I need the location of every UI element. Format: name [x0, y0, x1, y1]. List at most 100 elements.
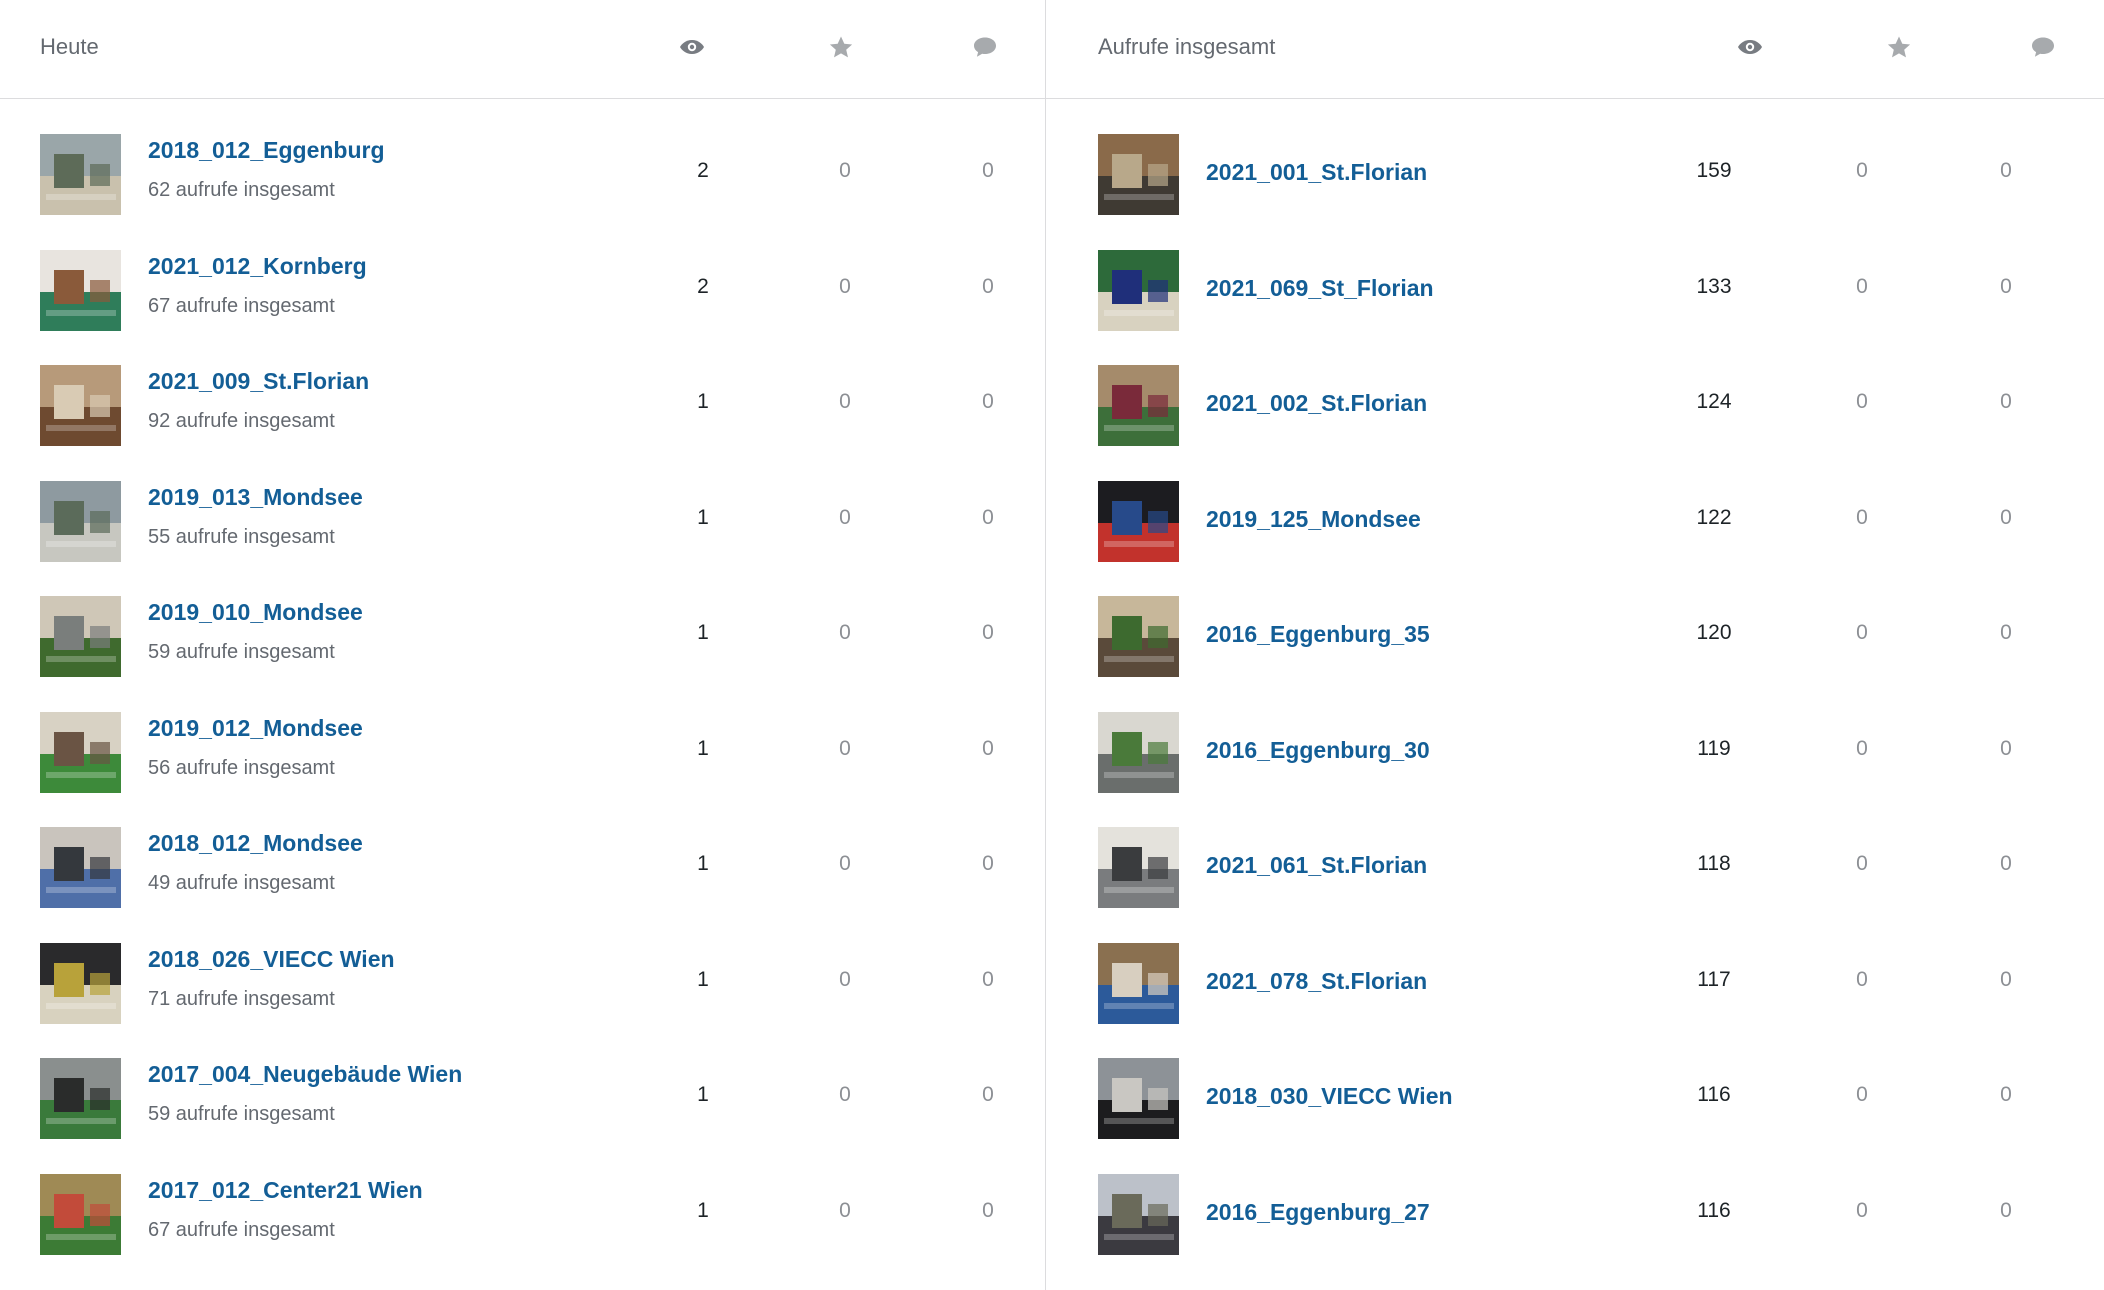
post-title-link[interactable]: 2017_004_Neugebäude Wien	[148, 1060, 462, 1088]
views-count: 118	[1697, 852, 1731, 875]
likes-count: 0	[839, 736, 851, 760]
views-count: 1	[697, 621, 709, 644]
post-title-link[interactable]: 2018_012_Eggenburg	[148, 136, 385, 164]
likes-count: 0	[839, 274, 851, 298]
star-icon	[827, 34, 855, 60]
post-title-link[interactable]: 2018_030_VIECC Wien	[1206, 1082, 1453, 1110]
post-title-link[interactable]: 2019_013_Mondsee	[148, 483, 363, 511]
total-views-text: 56 aufrufe insgesamt	[148, 756, 335, 779]
thumbnail[interactable]	[40, 711, 121, 793]
thumbnail[interactable]	[40, 365, 121, 446]
post-title-link[interactable]: 2021_009_St.Florian	[148, 367, 369, 395]
views-count: 120	[1696, 621, 1732, 644]
thumbnail[interactable]	[1098, 596, 1179, 677]
thumbnail[interactable]	[40, 134, 121, 215]
likes-count: 0	[839, 159, 851, 182]
comments-count: 0	[982, 1198, 994, 1222]
total-list: 2021_001_St.Florian 159 0 0 2021_069_St_Flor…	[1046, 98, 2104, 1255]
likes-count: 0	[1856, 967, 1868, 991]
post-title-link[interactable]: 2017_012_Center21 Wien	[148, 1176, 423, 1204]
likes-count: 0	[1856, 390, 1868, 413]
list-item: 2016_Eggenburg_35 120 0 0	[1046, 560, 2104, 677]
views-count: 116	[1697, 1198, 1731, 1222]
thumbnail[interactable]	[40, 596, 121, 677]
list-item: 2016_Eggenburg_27 116 0 0	[1046, 1138, 2104, 1255]
views-count: 119	[1697, 736, 1731, 760]
likes-count: 0	[1856, 274, 1868, 298]
thumbnail[interactable]	[40, 942, 121, 1024]
post-title-link[interactable]: 2021_061_St.Florian	[1206, 851, 1427, 879]
list-item: 2021_078_St.Florian 117 0 0	[1046, 907, 2104, 1024]
total-views-text: 55 aufrufe insgesamt	[148, 525, 335, 548]
thumbnail[interactable]	[1098, 1173, 1179, 1255]
likes-count: 0	[839, 967, 851, 991]
post-title-link[interactable]: 2019_012_Mondsee	[148, 714, 363, 742]
star-icon	[1885, 34, 1913, 60]
likes-count: 0	[1856, 621, 1868, 644]
total-views-text: 71 aufrufe insgesamt	[148, 987, 335, 1010]
comments-count: 0	[982, 852, 994, 875]
list-item: 2016_Eggenburg_30 119 0 0	[1046, 676, 2104, 793]
comments-count: 0	[982, 1083, 994, 1106]
likes-count: 0	[839, 1198, 851, 1222]
today-panel: Heute 2018_012_Eggenburg 62 aufrufe insge…	[0, 0, 1046, 1290]
views-count: 1	[697, 967, 709, 991]
list-item: 2018_030_VIECC Wien 116 0 0	[1046, 1022, 2104, 1139]
views-count: 124	[1696, 390, 1732, 413]
post-title-link[interactable]: 2021_012_Kornberg	[148, 252, 367, 280]
views-count: 117	[1697, 967, 1731, 991]
thumbnail[interactable]	[1098, 480, 1179, 562]
likes-count: 0	[839, 390, 851, 413]
thumbnail[interactable]	[40, 1058, 121, 1139]
list-item: 2017_004_Neugebäude Wien 59 aufrufe insge…	[0, 1022, 1045, 1139]
post-title-link[interactable]: 2019_125_Mondsee	[1206, 505, 1421, 533]
likes-count: 0	[839, 852, 851, 875]
thumbnail[interactable]	[1098, 1058, 1179, 1139]
thumbnail[interactable]	[1098, 365, 1179, 446]
likes-count: 0	[839, 505, 851, 529]
views-count: 122	[1696, 505, 1732, 529]
total-views-text: 67 aufrufe insgesamt	[148, 1218, 335, 1241]
list-item: 2021_009_St.Florian 92 aufrufe insgesamt 1…	[0, 329, 1045, 446]
today-title: Heute	[40, 34, 99, 59]
post-title-link[interactable]: 2021_078_St.Florian	[1206, 967, 1427, 995]
thumbnail[interactable]	[1098, 711, 1179, 793]
comments-count: 0	[982, 390, 994, 413]
list-item: 2019_012_Mondsee 56 aufrufe insgesamt 1 0 0	[0, 676, 1045, 793]
list-item: 2021_002_St.Florian 124 0 0	[1046, 329, 2104, 446]
post-title-link[interactable]: 2021_001_St.Florian	[1206, 158, 1427, 186]
post-title-link[interactable]: 2021_002_St.Florian	[1206, 389, 1427, 417]
total-views-text: 92 aufrufe insgesamt	[148, 410, 335, 432]
list-item: 2017_012_Center21 Wien 67 aufrufe insgesa…	[0, 1138, 1045, 1255]
post-title-link[interactable]: 2019_010_Mondsee	[148, 598, 363, 626]
comments-count: 0	[2000, 505, 2012, 529]
post-title-link[interactable]: 2016_Eggenburg_35	[1206, 620, 1430, 648]
thumbnail[interactable]	[40, 480, 121, 562]
post-title-link[interactable]: 2018_026_VIECC Wien	[148, 945, 395, 973]
list-item: 2021_069_St_Florian 133 0 0	[1046, 214, 2104, 331]
post-title-link[interactable]: 2018_012_Mondsee	[148, 829, 363, 857]
comments-count: 0	[982, 967, 994, 991]
views-count: 1	[697, 390, 709, 413]
comments-count: 0	[982, 505, 994, 529]
thumbnail[interactable]	[1098, 249, 1179, 331]
thumbnail[interactable]	[1098, 942, 1179, 1024]
list-item: 2018_012_Mondsee 49 aufrufe insgesamt 1 0 0	[0, 791, 1045, 908]
comments-count: 0	[982, 159, 994, 182]
views-count: 1	[697, 1083, 709, 1106]
thumbnail[interactable]	[40, 1173, 121, 1255]
thumbnail[interactable]	[40, 249, 121, 331]
post-title-link[interactable]: 2021_069_St_Florian	[1206, 274, 1434, 302]
list-item: 2021_012_Kornberg 67 aufrufe insgesamt 2 0 0	[0, 214, 1045, 331]
post-title-link[interactable]: 2016_Eggenburg_30	[1206, 736, 1430, 764]
post-title-link[interactable]: 2016_Eggenburg_27	[1206, 1198, 1430, 1226]
thumbnail[interactable]	[40, 827, 121, 908]
thumbnail[interactable]	[1098, 134, 1179, 215]
views-count: 116	[1697, 1083, 1731, 1106]
comments-count: 0	[2000, 967, 2012, 991]
views-count: 1	[697, 736, 709, 760]
comments-count: 0	[2000, 852, 2012, 875]
thumbnail[interactable]	[1098, 827, 1179, 908]
list-item: 2019_013_Mondsee 55 aufrufe insgesamt 1 0 0	[0, 445, 1045, 562]
comments-count: 0	[2000, 390, 2012, 413]
